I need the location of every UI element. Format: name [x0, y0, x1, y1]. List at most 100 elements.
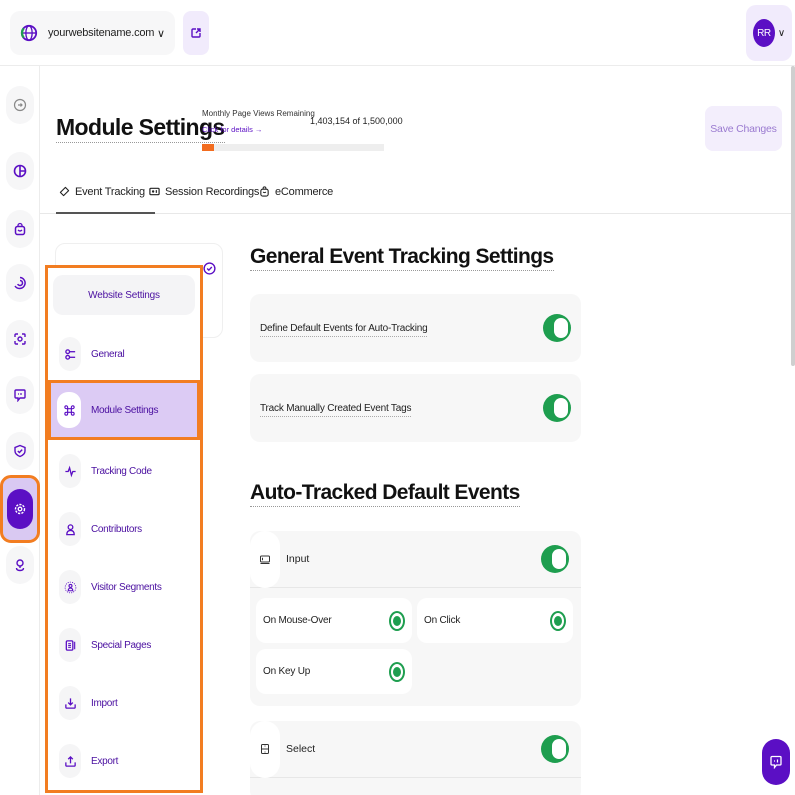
website-selector[interactable]: yourwebsitename.com ∨ — [10, 11, 175, 55]
select-field-icon — [250, 720, 280, 778]
left-navigation-rail — [0, 66, 40, 795]
event-options: On Mouse-Over On Click On Key Up — [250, 588, 581, 706]
menu-item-visitor-segments[interactable]: Visitor Segments — [54, 565, 196, 609]
menu-header: Website Settings — [53, 275, 195, 315]
arrow-right-circle-icon — [13, 98, 27, 112]
event-group-name: Select — [286, 743, 316, 755]
rail-item-analytics[interactable] — [6, 152, 34, 190]
menu-item-contributors[interactable]: Contributors — [54, 507, 196, 551]
input-events-toggle[interactable] — [541, 545, 569, 573]
tag-icon — [59, 186, 70, 197]
define-default-events-toggle[interactable] — [543, 314, 571, 342]
option-on-click[interactable]: On Click — [417, 598, 573, 643]
document-icon — [59, 628, 81, 662]
top-bar: yourwebsitename.com ∨ RR ∨ — [0, 0, 795, 66]
page-title: Module Settings — [56, 114, 225, 143]
rail-item-feedback[interactable] — [6, 376, 34, 414]
check-circle-icon — [203, 262, 216, 275]
menu-item-special-pages[interactable]: Special Pages — [54, 623, 196, 667]
event-group-header: Select — [250, 720, 581, 778]
option-label: On Key Up — [263, 666, 311, 677]
menu-item-tracking-code[interactable]: Tracking Code — [54, 449, 196, 493]
track-manual-tags-toggle[interactable] — [543, 394, 571, 422]
shopping-bag-icon — [260, 186, 269, 197]
option-on-key-up[interactable]: On Key Up — [256, 649, 412, 694]
tab-session-recordings[interactable]: Session Recordings — [149, 170, 259, 213]
target-icon — [14, 276, 26, 290]
general-settings-title: General Event Tracking Settings — [250, 245, 554, 271]
command-icon — [57, 392, 81, 428]
gear-icon — [14, 503, 26, 515]
on-key-up-radio[interactable] — [389, 661, 405, 682]
shield-check-icon — [14, 444, 26, 458]
menu-item-import[interactable]: Import — [54, 681, 196, 725]
setting-label: Track Manually Created Event Tags — [260, 402, 543, 417]
rail-item-settings[interactable] — [0, 475, 40, 543]
page-scrollbar[interactable] — [791, 66, 795, 366]
menu-item-label: Visitor Segments — [91, 581, 162, 593]
on-click-radio[interactable] — [550, 610, 566, 631]
chat-icon — [770, 755, 782, 769]
tab-label: eCommerce — [275, 185, 334, 198]
auto-tracked-events-title: Auto-Tracked Default Events — [250, 481, 520, 507]
page-views-value: 1,403,154 of 1,500,000 — [310, 116, 403, 126]
tab-ecommerce[interactable]: eCommerce — [259, 170, 333, 213]
map-pin-icon — [15, 559, 25, 572]
globe-icon — [20, 24, 38, 42]
recording-icon — [149, 187, 160, 196]
download-icon — [59, 686, 81, 720]
option-label: On Mouse-Over — [263, 615, 332, 626]
select-events-toggle[interactable] — [541, 735, 569, 763]
setting-define-default-events: Define Default Events for Auto-Tracking — [250, 294, 581, 362]
support-chat-button[interactable] — [762, 739, 790, 785]
chevron-down-icon: ∨ — [777, 27, 786, 39]
menu-item-label: Tracking Code — [91, 465, 152, 477]
pulse-icon — [59, 454, 81, 488]
rail-item-privacy[interactable] — [6, 432, 34, 470]
page-views-details-link[interactable]: Click for details → — [202, 125, 262, 134]
setting-label: Define Default Events for Auto-Tracking — [260, 322, 543, 337]
chat-icon — [14, 389, 26, 402]
menu-item-label: General — [91, 348, 125, 360]
on-mouse-over-radio[interactable] — [389, 610, 405, 631]
menu-item-module-settings[interactable]: Module Settings — [48, 380, 200, 440]
scan-icon — [14, 333, 26, 345]
menu-item-label: Special Pages — [91, 639, 152, 651]
menu-item-label: Contributors — [91, 523, 142, 535]
open-website-button[interactable] — [183, 11, 209, 55]
menu-item-label: Import — [91, 697, 118, 709]
user-icon — [59, 512, 81, 546]
page-views-progress-fill — [202, 144, 214, 151]
pie-chart-icon — [13, 164, 27, 178]
rail-item-locations[interactable] — [6, 546, 34, 584]
external-link-icon — [191, 28, 201, 38]
rail-item-ecommerce[interactable] — [6, 210, 34, 248]
rail-item-settings-inner — [7, 489, 33, 529]
module-tabs: Event Tracking Session Recordings eComme… — [40, 170, 795, 214]
website-settings-menu: Website Settings General Module Settings… — [45, 265, 203, 793]
page-views-progress-bar — [202, 144, 384, 151]
event-group-select: Select — [250, 720, 581, 795]
shopping-bag-icon — [14, 222, 26, 236]
avatar: RR — [752, 19, 775, 47]
input-field-icon — [250, 530, 280, 588]
setting-track-manual-tags: Track Manually Created Event Tags — [250, 374, 581, 442]
rail-item-collapse[interactable] — [6, 86, 34, 124]
chevron-down-icon: ∨ — [156, 27, 165, 40]
event-group-input: Input On Mouse-Over On Click On Key Up — [250, 530, 581, 706]
tab-label: Session Recordings — [165, 185, 260, 198]
rail-item-recordings[interactable] — [6, 320, 34, 358]
user-segment-icon — [59, 570, 81, 604]
menu-item-export[interactable]: Export — [54, 739, 196, 783]
save-changes-button[interactable]: Save Changes — [705, 106, 782, 151]
rail-item-heatmaps[interactable] — [6, 264, 34, 302]
upload-icon — [59, 744, 81, 778]
tab-event-tracking[interactable]: Event Tracking — [56, 170, 155, 214]
page-views-label: Monthly Page Views Remaining — [202, 109, 315, 118]
menu-item-general[interactable]: General — [54, 332, 196, 376]
option-on-mouse-over[interactable]: On Mouse-Over — [256, 598, 412, 643]
website-name: yourwebsitename.com — [48, 27, 155, 39]
user-menu-button[interactable]: RR ∨ — [746, 5, 792, 61]
option-label: On Click — [424, 615, 461, 626]
event-group-header: Input — [250, 530, 581, 588]
